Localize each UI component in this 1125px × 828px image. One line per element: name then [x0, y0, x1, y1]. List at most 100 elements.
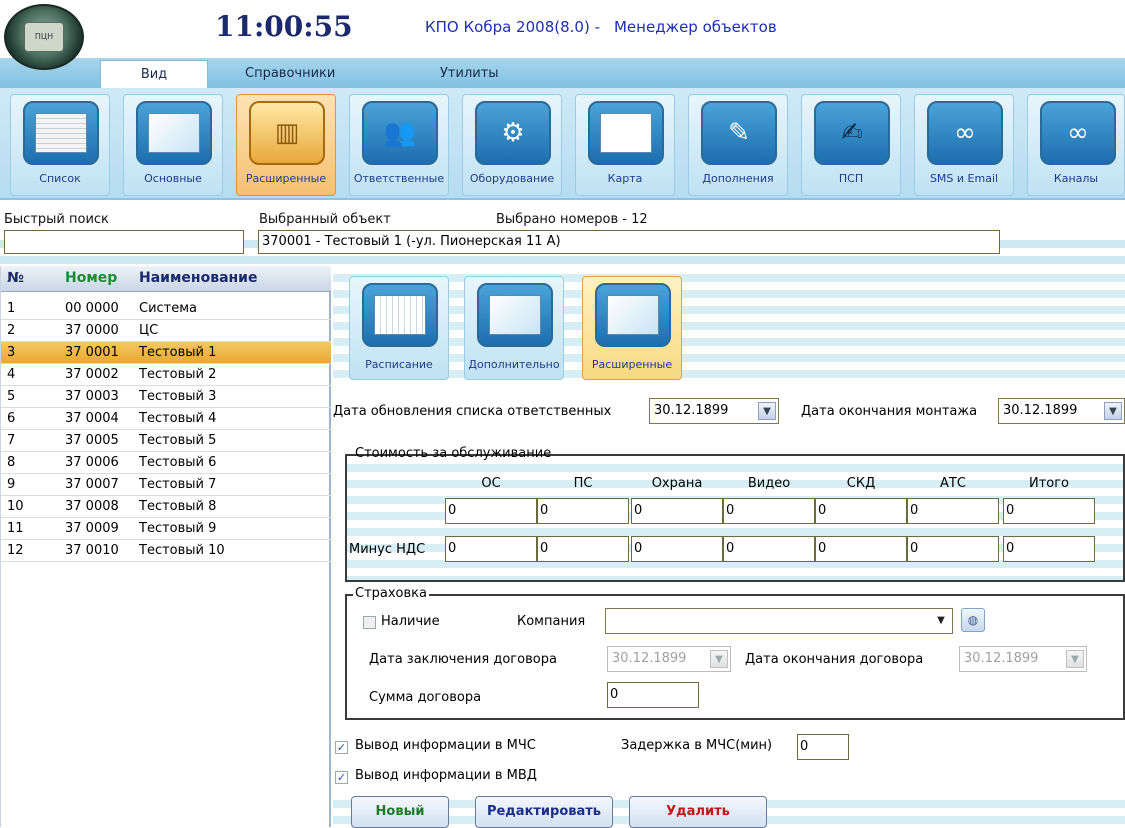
install-date-picker[interactable]: 30.12.1899 ▼ — [998, 398, 1125, 424]
vat-total-input[interactable]: 0 — [1003, 536, 1095, 562]
company-lookup-button[interactable]: ◍ — [961, 608, 985, 632]
mchs-label: Вывод информации в МЧС — [355, 738, 536, 753]
contract-date-label: Дата заключения договора — [369, 652, 557, 667]
column-header-name[interactable]: Наименование — [139, 270, 258, 286]
table-row[interactable]: 7 37 0005 Тестовый 5 — [1, 430, 331, 452]
chevron-down-icon[interactable]: ▼ — [1104, 402, 1122, 420]
company-select[interactable]: ▼ — [605, 608, 953, 634]
presence-checkbox[interactable] — [363, 616, 376, 629]
vat-ats-input[interactable]: 0 — [907, 536, 999, 562]
column-guard: Охрана — [651, 476, 703, 491]
cell-number: 37 0004 — [65, 411, 119, 426]
cell-name: ЦС — [139, 323, 159, 338]
column-header-no[interactable]: № — [7, 270, 24, 286]
cell-number: 37 0003 — [65, 389, 119, 404]
amount-input[interactable]: 0 — [607, 682, 699, 708]
tool-map[interactable]: Карта — [575, 94, 675, 196]
mvd-checkbox[interactable]: ✓ — [335, 771, 348, 784]
table-row[interactable]: 9 37 0007 Тестовый 7 — [1, 474, 331, 496]
cost-total-input[interactable]: 0 — [1003, 498, 1095, 524]
mchs-checkbox[interactable]: ✓ — [335, 741, 348, 754]
cost-guard-input[interactable]: 0 — [631, 498, 723, 524]
tool-label: Ответственные — [353, 172, 445, 185]
cost-group-title: Стоимость за обслуживание — [355, 446, 552, 461]
chevron-down-icon[interactable]: ▼ — [932, 612, 950, 630]
cell-name: Тестовый 8 — [139, 499, 217, 514]
tool-channels[interactable]: ∞ Каналы — [1027, 94, 1125, 196]
cell-number: 37 0005 — [65, 433, 119, 448]
tool-label: Основные — [144, 172, 202, 185]
cell-name: Тестовый 1 — [139, 345, 217, 360]
tool-label: Карта — [607, 172, 643, 185]
delete-button[interactable]: Удалить — [629, 796, 767, 828]
vat-skd-input[interactable]: 0 — [815, 536, 907, 562]
cell-name: Тестовый 6 — [139, 455, 217, 470]
title-bar: 11:00:55 КПО Кобра 2008(8.0) - Менеджер о… — [0, 0, 1125, 58]
install-date-label: Дата окончания монтажа — [801, 404, 978, 419]
cost-ats-input[interactable]: 0 — [907, 498, 999, 524]
subtab-schedule[interactable]: Расписание — [349, 276, 449, 380]
tool-responsible[interactable]: 👥 Ответственные — [349, 94, 449, 196]
equipment-icon: ⚙ — [475, 101, 551, 165]
cost-ps-input[interactable]: 0 — [537, 498, 629, 524]
tab-utilities[interactable]: Утилиты — [440, 60, 499, 88]
tool-psp[interactable]: ✍ ПСП — [801, 94, 901, 196]
quick-search-input[interactable] — [4, 230, 244, 254]
contract-date-value: 30.12.1899 — [612, 651, 687, 666]
tool-extended[interactable]: ▥ Расширенные — [236, 94, 336, 196]
contract-end-value: 30.12.1899 — [964, 651, 1039, 666]
minus-vat-label: Минус НДС — [349, 542, 426, 557]
table-row[interactable]: 8 37 0006 Тестовый 6 — [1, 452, 331, 474]
table-row[interactable]: 4 37 0002 Тестовый 2 — [1, 364, 331, 386]
selected-count: Выбрано номеров - 12 — [496, 212, 648, 227]
table-row[interactable]: 6 37 0004 Тестовый 4 — [1, 408, 331, 430]
cell-number: 37 0000 — [65, 323, 119, 338]
mchs-delay-input[interactable]: 0 — [797, 734, 849, 760]
tool-equipment[interactable]: ⚙ Оборудование — [462, 94, 562, 196]
company-label: Компания — [517, 614, 586, 629]
subtab-extended[interactable]: Расширенные — [582, 276, 682, 380]
chevron-down-icon[interactable]: ▼ — [758, 402, 776, 420]
extended-icon — [595, 283, 671, 347]
tool-main[interactable]: Основные — [123, 94, 223, 196]
table-row[interactable]: 11 37 0009 Тестовый 9 — [1, 518, 331, 540]
search-row: Быстрый поиск Выбранный объект Выбрано н… — [0, 200, 1125, 266]
vat-guard-input[interactable]: 0 — [631, 536, 723, 562]
tool-additions[interactable]: ✎ Дополнения — [688, 94, 788, 196]
tool-list[interactable]: Список — [10, 94, 110, 196]
cost-video-input[interactable]: 0 — [723, 498, 815, 524]
cost-os-input[interactable]: 0 — [445, 498, 537, 524]
cost-skd-input[interactable]: 0 — [815, 498, 907, 524]
table-row[interactable]: 12 37 0010 Тестовый 10 — [1, 540, 331, 562]
new-button[interactable]: Новый — [351, 796, 449, 828]
table-row[interactable]: 2 37 0000 ЦС — [1, 320, 331, 342]
app-logo: ПЦН — [4, 4, 84, 70]
tab-references[interactable]: Справочники — [245, 60, 335, 88]
table-row-selected[interactable]: 3 37 0001 Тестовый 1 — [1, 342, 331, 364]
update-date-label: Дата обновления списка ответственных — [333, 404, 612, 419]
subtab-extra[interactable]: Дополнительно — [464, 276, 564, 380]
vat-ps-input[interactable]: 0 — [537, 536, 629, 562]
vat-os-input[interactable]: 0 — [445, 536, 537, 562]
update-date-picker[interactable]: 30.12.1899 ▼ — [649, 398, 779, 424]
table-row[interactable]: 10 37 0008 Тестовый 8 — [1, 496, 331, 518]
edit-button[interactable]: Редактировать — [475, 796, 613, 828]
cell-name: Тестовый 3 — [139, 389, 217, 404]
cell-number: 37 0001 — [65, 345, 119, 360]
cell-no: 10 — [7, 499, 24, 514]
mchs-delay-label: Задержка в МЧС(мин) — [621, 738, 773, 753]
table-row[interactable]: 1 00 0000 Система — [1, 298, 331, 320]
vat-video-input[interactable]: 0 — [723, 536, 815, 562]
table-row[interactable]: 5 37 0003 Тестовый 3 — [1, 386, 331, 408]
column-header-number[interactable]: Номер — [65, 270, 117, 286]
tab-view[interactable]: Вид — [100, 60, 208, 88]
details-panel: Расписание Дополнительно Расширенные Дат… — [333, 266, 1125, 828]
cell-no: 4 — [7, 367, 16, 382]
contract-end-label: Дата окончания договора — [745, 652, 924, 667]
tool-label: ПСП — [838, 172, 864, 185]
cell-number: 37 0009 — [65, 521, 119, 536]
update-date-value: 30.12.1899 — [654, 403, 729, 418]
cell-name: Тестовый 5 — [139, 433, 217, 448]
tool-sms-email[interactable]: ∞ SMS и Email — [914, 94, 1014, 196]
logo-badge: ПЦН — [24, 22, 64, 52]
